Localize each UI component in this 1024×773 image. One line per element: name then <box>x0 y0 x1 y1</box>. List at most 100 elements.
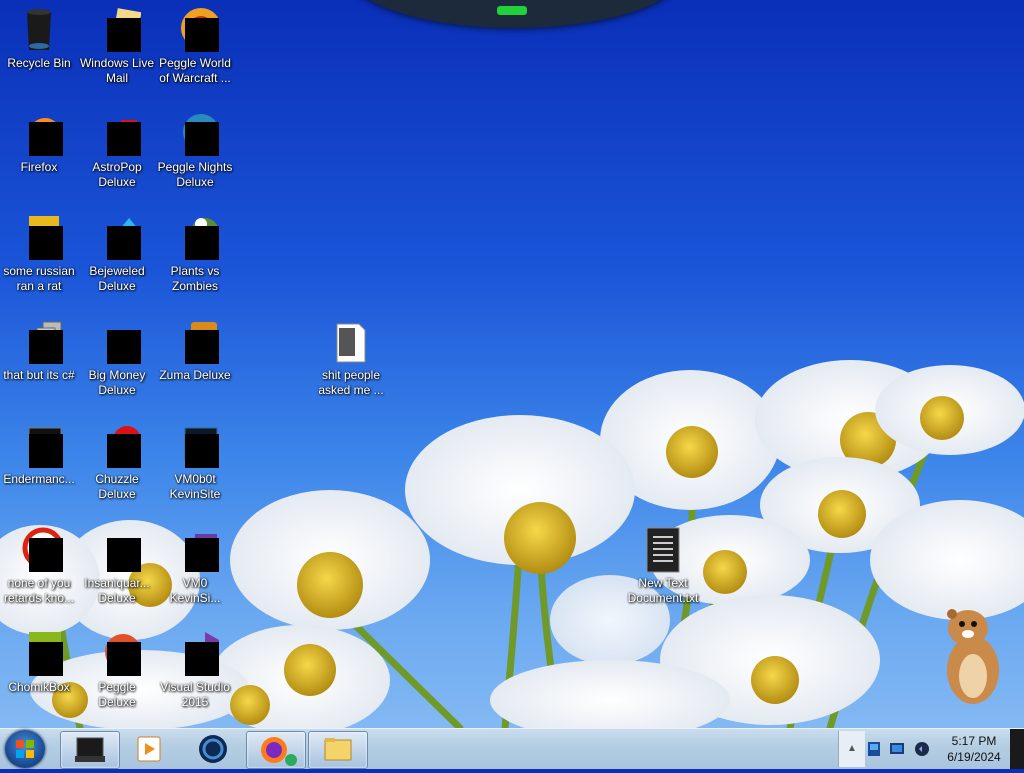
peggle-icon <box>93 630 141 678</box>
taskbar-button-explorer[interactable] <box>308 731 368 769</box>
taskbar-button-media-player[interactable] <box>120 731 178 767</box>
desktop-icon-windows-live-mail[interactable]: Windows Live Mail <box>78 6 156 86</box>
hamster-pet[interactable] <box>940 604 1006 708</box>
visual-studio-icon <box>171 630 219 678</box>
desktop-icon-vm0b0t-kevinsite[interactable]: VM0b0t KevinSite <box>156 422 234 502</box>
icon-label: shit people asked me ... <box>318 368 384 397</box>
icon-label: Endermanc... <box>3 472 75 486</box>
redaction-box <box>29 330 63 364</box>
peggle-nights-icon <box>171 110 219 158</box>
desktop-icon-endermanc[interactable]: Endermanc... <box>0 422 78 487</box>
taskbar-button-firefox[interactable] <box>246 731 306 769</box>
folder-icon <box>324 738 352 761</box>
icon-label: Windows Live Mail <box>79 56 155 85</box>
icon-label: Zuma Deluxe <box>159 368 231 382</box>
desktop-icon-that-but-its-csharp[interactable]: that but its c# <box>0 318 78 383</box>
firefox-icon <box>15 110 63 158</box>
shortcut-icon <box>171 526 219 574</box>
tray-icons <box>868 742 929 756</box>
icon-label: Visual Studio 2015 <box>160 680 230 709</box>
shortcut-icon: e <box>15 214 63 262</box>
desktop-icon-none-of-you[interactable]: none of you retards kno... <box>0 526 78 606</box>
icon-label: Insaniquar... Deluxe <box>84 576 150 605</box>
icon-label: VM0 KevinSi... <box>169 576 221 605</box>
icon-label: Plants vs Zombies <box>170 264 220 293</box>
volume-icon[interactable] <box>915 742 929 756</box>
text-document-icon <box>639 526 687 574</box>
network-icon[interactable] <box>868 742 880 756</box>
desktop[interactable]: Recycle Bin Firefox e some russian ran a… <box>0 0 1024 728</box>
monitor-icon[interactable] <box>890 743 904 754</box>
terminal-icon <box>75 737 105 762</box>
desktop-icon-big-money[interactable]: Big Money Deluxe <box>78 318 156 398</box>
icon-label: that but its c# <box>3 368 75 382</box>
desktop-icon-recycle-bin[interactable]: Recycle Bin <box>0 6 78 71</box>
desktop-icon-peggle-deluxe[interactable]: Peggle Deluxe <box>78 630 156 710</box>
icon-label: Bejeweled Deluxe <box>89 264 145 293</box>
chomikbox-icon: ox <box>15 630 63 678</box>
redaction-box <box>29 226 63 260</box>
taskbar-button-browser[interactable] <box>184 731 242 767</box>
desktop-icon-chomikbox[interactable]: ox ChomikBox <box>0 630 78 695</box>
desktop-icon-visual-studio[interactable]: Visual Studio 2015 <box>156 630 234 710</box>
gadget-indicator <box>497 6 527 15</box>
plants-vs-zombies-icon <box>171 214 219 262</box>
windows-live-mail-icon <box>93 6 142 54</box>
icon-label: VM0b0t KevinSite <box>169 472 221 501</box>
redaction-box <box>29 122 63 156</box>
tray-overflow-button[interactable]: ▲ <box>838 731 865 767</box>
redaction-box <box>107 122 141 156</box>
icon-label: Peggle Deluxe <box>98 680 136 709</box>
chuzzle-icon <box>93 422 141 470</box>
desktop-icon-insaniquarium[interactable]: Insaniquar... Deluxe <box>78 526 156 606</box>
bejeweled-icon <box>93 214 141 262</box>
redaction-box <box>185 538 219 572</box>
desktop-icon-chuzzle[interactable]: Chuzzle Deluxe <box>78 422 156 502</box>
desktop-icon-peggle-nights[interactable]: Peggle Nights Deluxe <box>156 110 234 190</box>
windows-logo-icon <box>16 740 34 758</box>
desktop-icon-plants-vs-zombies[interactable]: Plants vs Zombies <box>156 214 234 294</box>
redaction-box <box>107 18 141 52</box>
desktop-icon-bejeweled[interactable]: Bejeweled Deluxe <box>78 214 156 294</box>
globe-icon <box>199 735 227 763</box>
desktop-icon-peggle-wow[interactable]: Peggle World of Warcraft ... <box>156 6 234 86</box>
desktop-icon-firefox[interactable]: Firefox <box>0 110 78 175</box>
recycle-bin-icon <box>15 6 63 54</box>
desktop-icon-vm0-kevinsi[interactable]: VM0 KevinSi... <box>156 526 234 606</box>
redaction-box <box>107 330 141 364</box>
icon-label: Recycle Bin <box>7 56 71 70</box>
system-clock[interactable]: 5:17 PM 6/19/2024 <box>936 733 1012 765</box>
redaction-box <box>185 434 219 468</box>
redaction-box <box>107 226 141 260</box>
redaction-box <box>185 226 219 260</box>
desktop-icon-new-text-document[interactable]: New Text Document.txt <box>624 526 702 606</box>
icon-label: none of you retards kno... <box>3 576 75 605</box>
redaction-box <box>107 434 141 468</box>
folder-icon <box>327 318 375 366</box>
terminal-icon <box>171 422 219 470</box>
icon-label: New Text Document.txt <box>627 576 699 605</box>
peggle-wow-icon <box>171 6 221 54</box>
redaction-box <box>185 18 219 52</box>
clock-date: 6/19/2024 <box>947 750 1001 764</box>
desktop-icon-shit-people-asked-me[interactable]: shit people asked me ... <box>312 318 390 398</box>
redaction-box <box>185 330 219 364</box>
shortcut-icon <box>15 318 63 366</box>
insaniquarium-icon <box>93 526 141 574</box>
clock-time: 5:17 PM <box>951 734 997 748</box>
redaction-box <box>107 538 141 572</box>
shortcut-icon <box>15 526 64 574</box>
media-player-icon <box>137 736 161 762</box>
firefox-icon <box>261 737 297 766</box>
desktop-icon-astropop[interactable]: AstroPop Deluxe <box>78 110 156 190</box>
start-button[interactable] <box>5 730 45 768</box>
desktop-icon-some-russian-ran-a-rat[interactable]: e some russian ran a rat <box>0 214 78 294</box>
icon-label: AstroPop Deluxe <box>92 160 142 189</box>
taskbar-button-terminal[interactable] <box>60 731 120 769</box>
desktop-icon-zuma[interactable]: Zuma Deluxe <box>156 318 234 383</box>
chevron-up-icon: ▲ <box>847 743 857 754</box>
show-desktop-button[interactable] <box>1010 729 1024 769</box>
icon-label: Firefox <box>20 160 58 174</box>
icon-label: Peggle World of Warcraft ... <box>159 56 231 85</box>
astropop-icon <box>93 110 141 158</box>
